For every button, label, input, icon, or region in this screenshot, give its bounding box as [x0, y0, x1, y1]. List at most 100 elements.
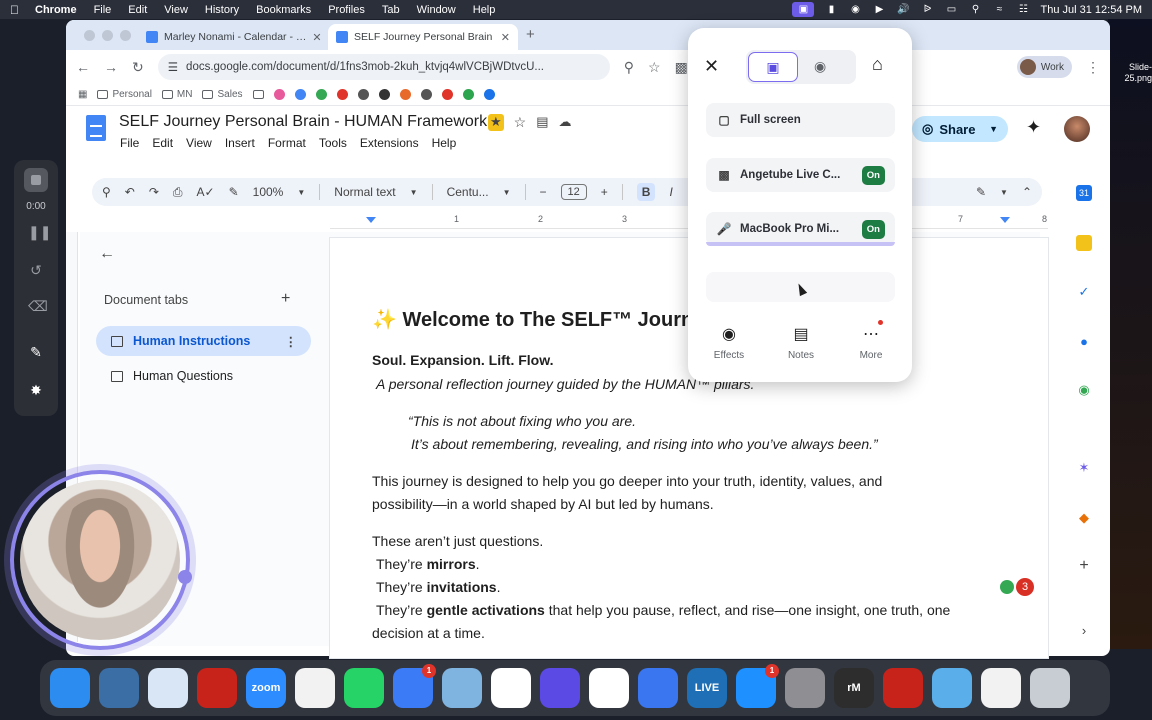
- drive-bookmark-icon[interactable]: [315, 89, 327, 100]
- calendar-icon[interactable]: 31: [1076, 185, 1092, 201]
- draw-icon[interactable]: ✎: [28, 344, 44, 360]
- extension-icon[interactable]: ▩: [675, 59, 688, 76]
- menu-bookmarks[interactable]: Bookmarks: [256, 4, 311, 16]
- minimize-window-button[interactable]: [102, 30, 113, 41]
- camera-select[interactable]: ▩ Angetube Live C... On: [706, 158, 895, 192]
- dock-app-slack[interactable]: [491, 668, 531, 708]
- collapse-panel-icon[interactable]: ›: [1076, 623, 1092, 639]
- share-button[interactable]: ◎ Share ▼: [912, 116, 1008, 142]
- gemini-icon[interactable]: ✦: [1026, 117, 1041, 138]
- zoom-icon[interactable]: ⚲: [624, 59, 634, 76]
- doc-paragraph[interactable]: possibility—in a world shaped by AI but …: [372, 496, 714, 512]
- dock-app-signal[interactable]: [638, 668, 678, 708]
- hide-menus-icon[interactable]: ⌃: [1022, 185, 1032, 199]
- chevron-down-icon[interactable]: ▼: [989, 124, 998, 134]
- wifi-icon[interactable]: ≈: [992, 4, 1006, 16]
- doc-quote-line[interactable]: “This is not about fixing who you are.: [408, 413, 636, 429]
- capture-source-full-screen[interactable]: ▢ Full screen: [706, 103, 895, 137]
- close-tab-icon[interactable]: ✕: [501, 31, 510, 44]
- bookmark-icon[interactable]: [273, 89, 285, 100]
- style-select[interactable]: Normal text: [334, 185, 395, 199]
- chevron-down-icon[interactable]: ▼: [1000, 188, 1008, 197]
- doc-line-invitations[interactable]: They’re invitations.: [376, 579, 500, 595]
- reload-icon[interactable]: ↻: [132, 59, 144, 76]
- dock-app-settings[interactable]: [785, 668, 825, 708]
- play-icon[interactable]: ▶: [872, 4, 886, 16]
- search-menus-icon[interactable]: ⚲: [102, 185, 111, 199]
- comment-indicator[interactable]: 3: [1000, 578, 1034, 596]
- get-addons-icon[interactable]: +: [1076, 558, 1092, 574]
- bookmark-icon[interactable]: [420, 89, 432, 100]
- undo-icon[interactable]: ↶: [125, 185, 135, 199]
- webcam-resize-handle[interactable]: [178, 570, 192, 584]
- microphone-select[interactable]: 🎤 MacBook Pro Mi... On: [706, 212, 895, 246]
- doc-tab-human-questions[interactable]: Human Questions: [96, 361, 311, 391]
- addon-icon[interactable]: ◆: [1076, 510, 1092, 526]
- menu-edit[interactable]: Edit: [128, 4, 147, 16]
- cloud-status-icon[interactable]: ☁: [559, 114, 572, 131]
- font-size-input[interactable]: 12: [560, 184, 587, 200]
- forward-icon[interactable]: →: [104, 59, 118, 75]
- bookmark-folder-mn[interactable]: MN: [161, 89, 192, 100]
- desktop-file-label[interactable]: Slide- 25.png: [1112, 62, 1152, 84]
- dock-app-whatsapp[interactable]: [344, 668, 384, 708]
- site-info-icon[interactable]: ☰: [168, 60, 178, 74]
- bookmark-star-icon[interactable]: ☆: [648, 59, 661, 76]
- keep-icon[interactable]: [1076, 235, 1092, 251]
- menu-app-chrome[interactable]: Chrome: [35, 4, 77, 16]
- dock-app-chrome[interactable]: [589, 668, 629, 708]
- docs-menu-help[interactable]: Help: [432, 136, 457, 150]
- menu-file[interactable]: File: [94, 4, 112, 16]
- bluetooth-icon[interactable]: ᐉ: [920, 4, 934, 16]
- effects-icon[interactable]: ✸: [28, 382, 44, 398]
- increase-font-size-button[interactable]: +: [601, 185, 608, 199]
- video-mode-icon[interactable]: ▣: [748, 52, 798, 82]
- restart-icon[interactable]: ↺: [28, 262, 44, 278]
- spellcheck-icon[interactable]: A✓: [197, 185, 215, 199]
- dock-app-trash[interactable]: [1030, 668, 1070, 708]
- doc-paragraph[interactable]: This journey is designed to help you go …: [372, 473, 882, 489]
- move-icon[interactable]: ▤: [536, 114, 548, 131]
- delete-icon[interactable]: ⌫: [28, 298, 48, 314]
- dock-app-acrobat-2[interactable]: [883, 668, 923, 708]
- profile-button[interactable]: Work: [1016, 56, 1072, 78]
- docs-menu-edit[interactable]: Edit: [152, 136, 173, 150]
- dock-app-quicktime[interactable]: [99, 668, 139, 708]
- camera-toggle[interactable]: On: [861, 165, 885, 185]
- decrease-font-size-button[interactable]: −: [540, 185, 547, 199]
- bookmark-icon[interactable]: [336, 89, 348, 100]
- bookmark-icon[interactable]: [399, 89, 411, 100]
- menubar-clock[interactable]: Thu Jul 31 12:54 PM: [1040, 4, 1142, 16]
- paint-format-icon[interactable]: ✎: [229, 185, 239, 199]
- maps-icon[interactable]: ◉: [1076, 382, 1092, 398]
- doc-tagline[interactable]: Soul. Expansion. Lift. Flow.: [372, 352, 553, 368]
- menu-tab[interactable]: Tab: [382, 4, 400, 16]
- zoom-select[interactable]: 100%: [253, 185, 284, 199]
- menu-profiles[interactable]: Profiles: [328, 4, 365, 16]
- close-icon[interactable]: ✕: [704, 56, 719, 77]
- docs-menu-tools[interactable]: Tools: [319, 136, 347, 150]
- dock-app-photos[interactable]: [442, 668, 482, 708]
- docs-menu-view[interactable]: View: [186, 136, 212, 150]
- google-bookmark-icon[interactable]: [294, 89, 306, 100]
- doc-line-mirrors[interactable]: They’re mirrors.: [376, 556, 480, 572]
- font-select[interactable]: Centu...: [447, 185, 489, 199]
- add-comment-icon[interactable]: [1000, 580, 1014, 594]
- screenshot-mode-icon[interactable]: ◉: [814, 58, 826, 75]
- stop-recording-button[interactable]: [24, 168, 48, 192]
- close-window-button[interactable]: [84, 30, 95, 41]
- bookmark-icon[interactable]: [483, 89, 495, 100]
- dock-app-folder[interactable]: [932, 668, 972, 708]
- tab-docs[interactable]: SELF Journey Personal Brain ✕: [328, 24, 518, 50]
- chrome-menu-icon[interactable]: ⋮: [1086, 59, 1100, 76]
- battery-level-icon[interactable]: ▭: [944, 4, 958, 16]
- bookmark-icon[interactable]: [462, 89, 474, 100]
- apple-menu-icon[interactable]: : [10, 3, 19, 17]
- effects-button[interactable]: ◉ Effects: [704, 324, 754, 361]
- apps-grid-icon[interactable]: ▦: [78, 89, 87, 100]
- doc-heading[interactable]: ✨ Welcome to The SELF™ Journe: [372, 307, 704, 332]
- dock-app-zoom[interactable]: zoom: [246, 668, 286, 708]
- dock-app-messenger[interactable]: 1: [393, 664, 436, 708]
- zoom-window-button[interactable]: [120, 30, 131, 41]
- pause-icon[interactable]: ❚❚: [28, 224, 51, 240]
